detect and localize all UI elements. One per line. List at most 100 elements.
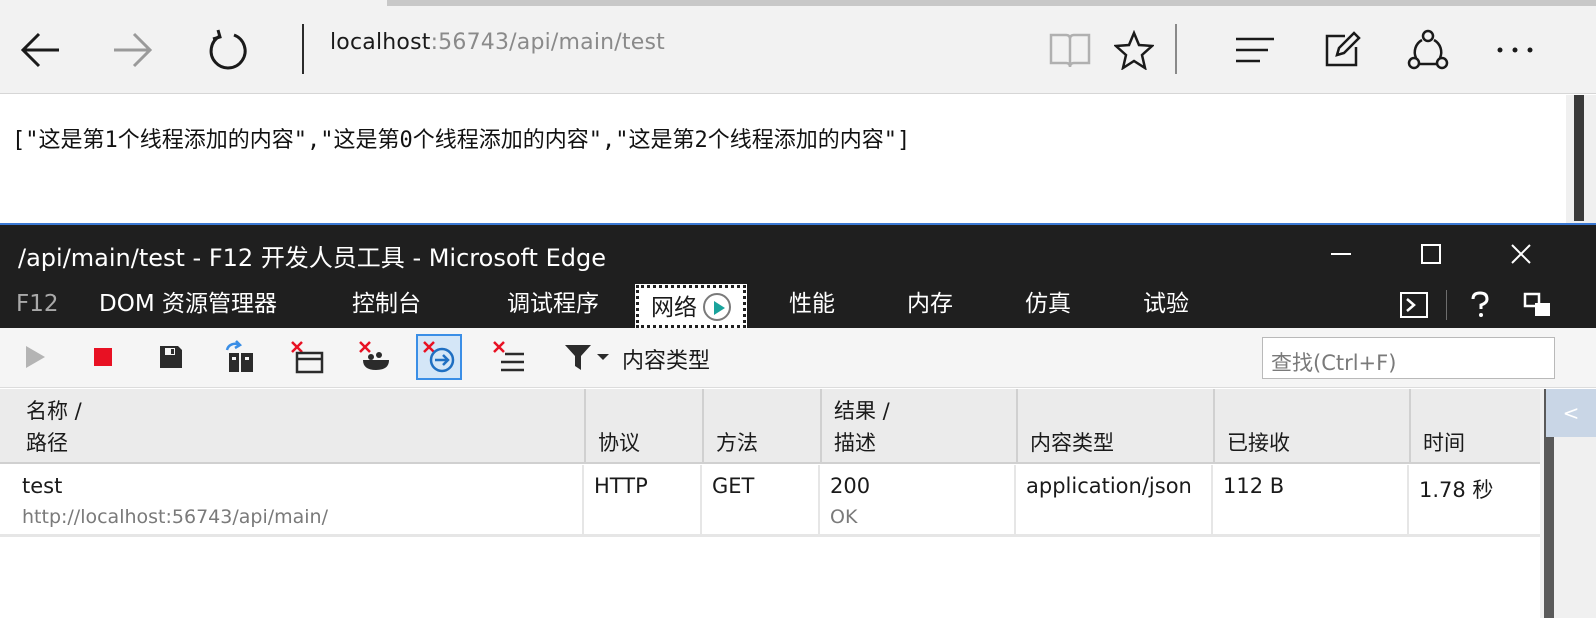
- column-header-line2: 已接收: [1227, 431, 1290, 455]
- column-header-method[interactable]: 方法: [704, 389, 822, 464]
- console-toggle-button[interactable]: [1398, 289, 1430, 321]
- refresh-icon: [209, 29, 247, 70]
- star-icon: [1114, 30, 1154, 70]
- response-content-type: application/json: [1026, 474, 1192, 498]
- tab-emulation[interactable]: 仿真: [1025, 281, 1071, 328]
- stop-icon: [94, 348, 112, 366]
- column-header-time[interactable]: 时间: [1411, 389, 1540, 464]
- console-prompt-icon: [1400, 292, 1428, 318]
- hub-lines-icon: [1236, 37, 1274, 63]
- column-header-line2: 方法: [716, 431, 758, 455]
- request-protocol: HTTP: [594, 474, 648, 498]
- forward-button[interactable]: [105, 22, 161, 78]
- grid-empty-area: [0, 540, 1540, 618]
- tab-f12[interactable]: F12: [16, 281, 59, 328]
- tab-network-label: 网络: [651, 295, 697, 321]
- maximize-icon: [1421, 244, 1441, 264]
- web-note-button[interactable]: [1314, 22, 1370, 78]
- response-status-text: OK: [830, 506, 858, 528]
- cell-result: 200 OK: [820, 465, 1016, 537]
- devtools-title-bar: /api/main/test - F12 开发人员工具 - Microsoft …: [0, 223, 1596, 281]
- details-pane-toggle[interactable]: <: [1546, 389, 1596, 437]
- json-response-text: ["这是第1个线程添加的内容","这是第0个线程添加的内容","这是第2个线程添…: [12, 128, 911, 153]
- network-grid-header: 名称 / 路径 协议 方法 结果 / 描述 内容类型 已接收 时间: [0, 389, 1540, 464]
- url-path: :56743/api/main/test: [430, 30, 665, 55]
- back-button[interactable]: [12, 22, 68, 78]
- refresh-button[interactable]: [200, 22, 256, 78]
- book-icon: [1049, 33, 1091, 68]
- tab-experiments[interactable]: 试验: [1143, 281, 1189, 328]
- response-status-code: 200: [830, 474, 871, 498]
- search-input[interactable]: 查找(Ctrl+F): [1262, 337, 1555, 379]
- devtools-window-title: /api/main/test - F12 开发人员工具 - Microsoft …: [18, 244, 606, 272]
- export-button[interactable]: [148, 334, 194, 380]
- save-icon: [160, 346, 182, 368]
- close-button[interactable]: [1498, 233, 1544, 275]
- pen-note-icon: [1325, 31, 1361, 67]
- minimize-button[interactable]: [1318, 233, 1364, 275]
- page-scrollbar[interactable]: [1566, 95, 1596, 223]
- page-scroll-thumb[interactable]: [1574, 95, 1584, 221]
- forward-arrow-icon: [114, 32, 153, 68]
- response-time: 1.78 秒: [1419, 478, 1494, 502]
- tab-dom-explorer[interactable]: DOM 资源管理器: [99, 281, 277, 328]
- toolbar-divider: [1175, 24, 1177, 74]
- help-button[interactable]: [1464, 289, 1496, 321]
- loading-strip: [387, 0, 1596, 6]
- devtools-scrollbar[interactable]: <: [1540, 389, 1596, 618]
- tab-network[interactable]: 网络: [635, 284, 747, 329]
- cell-method: GET: [702, 465, 820, 537]
- clear-cookies-button[interactable]: [352, 334, 398, 380]
- column-header-line2: 时间: [1423, 431, 1465, 455]
- tab-bar-divider: [1446, 290, 1447, 320]
- content-type-filter-button[interactable]: [560, 334, 614, 380]
- share-button[interactable]: [1400, 22, 1456, 78]
- request-name: test: [22, 474, 63, 498]
- navigate-arrow-icon: [423, 341, 455, 373]
- column-header-line2: 协议: [598, 431, 640, 455]
- clear-list-icon: [493, 341, 524, 372]
- column-header-result[interactable]: 结果 / 描述: [822, 389, 1018, 464]
- address-bar[interactable]: localhost:56743/api/main/test: [330, 30, 665, 55]
- cell-content-type: application/json: [1016, 465, 1213, 537]
- page-content: ["这是第1个线程添加的内容","这是第0个线程添加的内容","这是第2个线程添…: [0, 95, 1566, 223]
- hub-button[interactable]: [1227, 22, 1283, 78]
- back-arrow-icon: [20, 32, 59, 68]
- play-icon: [26, 346, 45, 368]
- column-header-line1: 结果 /: [834, 399, 890, 423]
- column-header-content-type[interactable]: 内容类型: [1018, 389, 1215, 464]
- tab-console[interactable]: 控制台: [352, 281, 421, 328]
- tab-performance[interactable]: 性能: [789, 281, 835, 328]
- cell-protocol: HTTP: [584, 465, 702, 537]
- start-profiling-button[interactable]: [12, 334, 58, 380]
- more-dots-icon: [1497, 47, 1533, 53]
- help-icon: [1471, 291, 1489, 317]
- clear-cache-button[interactable]: [284, 334, 330, 380]
- column-header-line2: 内容类型: [1030, 431, 1114, 455]
- column-header-protocol[interactable]: 协议: [586, 389, 704, 464]
- more-button[interactable]: [1487, 22, 1543, 78]
- column-header-received[interactable]: 已接收: [1215, 389, 1411, 464]
- clear-session-button[interactable]: [486, 334, 532, 380]
- address-divider: [302, 24, 304, 74]
- maximize-button[interactable]: [1408, 233, 1454, 275]
- column-header-line2: 路径: [26, 431, 68, 455]
- share-icon: [1407, 29, 1449, 70]
- column-header-name[interactable]: 名称 / 路径: [0, 389, 586, 464]
- record-play-icon[interactable]: [703, 292, 731, 321]
- network-toolbar: 内容类型 查找(Ctrl+F): [0, 328, 1596, 388]
- clear-on-navigate-button[interactable]: [216, 334, 262, 380]
- stop-profiling-button[interactable]: [80, 334, 126, 380]
- minimize-icon: [1331, 253, 1351, 255]
- undock-icon: [1523, 292, 1550, 316]
- reading-view-button[interactable]: [1042, 22, 1098, 78]
- devtools-tab-bar: F12 DOM 资源管理器 控制台 调试程序 网络 性能 内存 仿真 试验: [0, 281, 1596, 329]
- filter-label: 内容类型: [622, 349, 711, 374]
- favorite-button[interactable]: [1106, 22, 1162, 78]
- table-row[interactable]: test http://localhost:56743/api/main/ HT…: [0, 465, 1540, 537]
- undock-button[interactable]: [1522, 289, 1554, 321]
- always-refresh-button[interactable]: [416, 334, 462, 380]
- tab-memory[interactable]: 内存: [907, 281, 953, 328]
- column-header-line2: 描述: [834, 431, 876, 455]
- tab-debugger[interactable]: 调试程序: [507, 281, 599, 328]
